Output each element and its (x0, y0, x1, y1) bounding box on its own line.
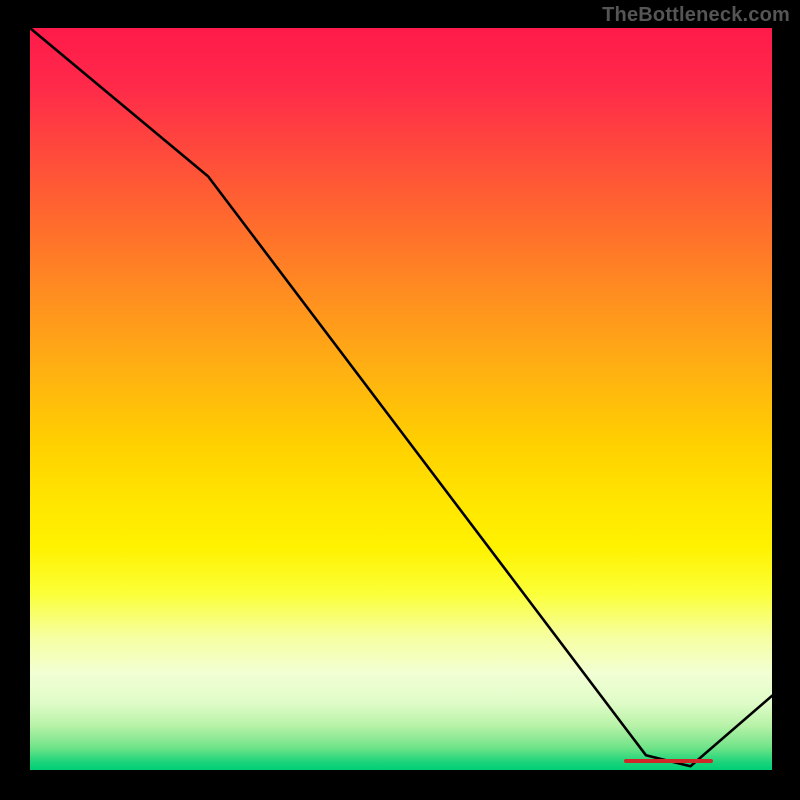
bottleneck-curve (30, 28, 772, 770)
watermark-text: TheBottleneck.com (602, 4, 790, 27)
plot-area (30, 28, 772, 770)
optimum-range-marker (624, 759, 713, 763)
chart-frame: TheBottleneck.com (0, 0, 800, 800)
